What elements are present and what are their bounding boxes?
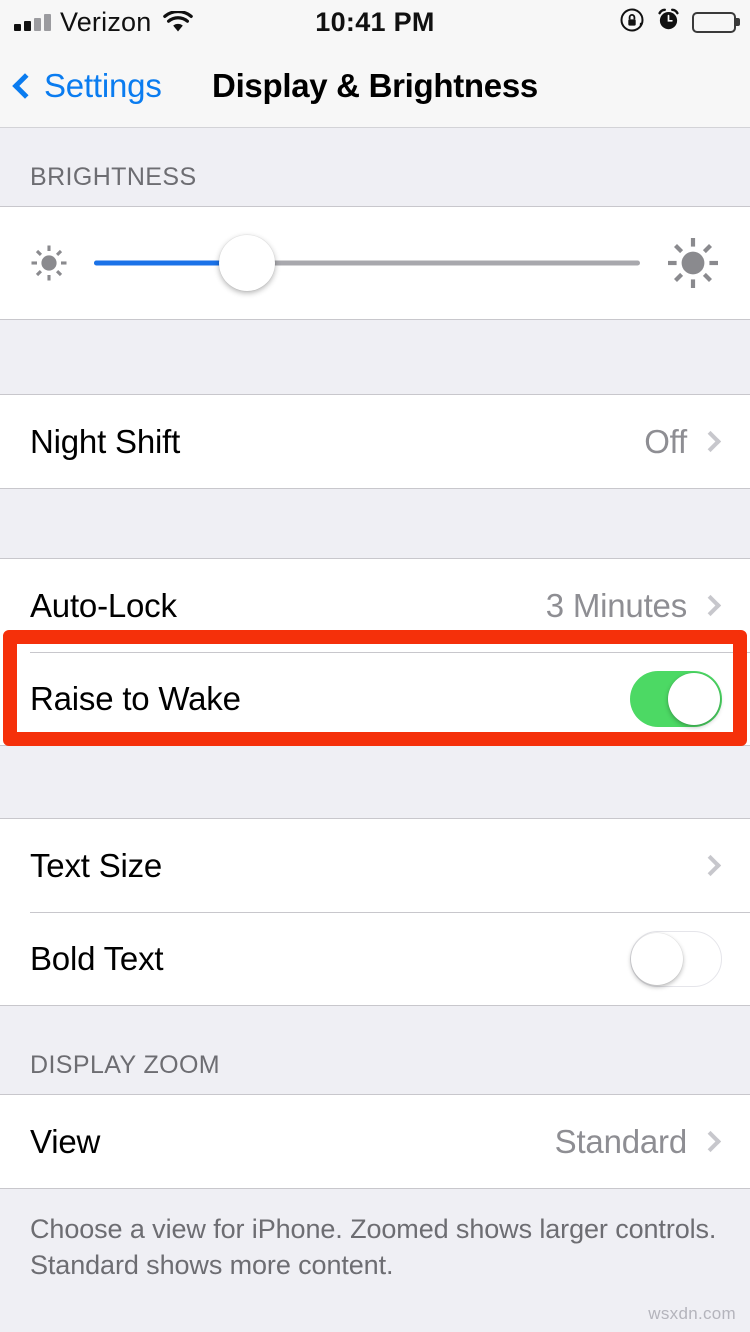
section-gap-1 bbox=[0, 320, 750, 394]
toggle-knob bbox=[631, 932, 683, 985]
brightness-slider-row[interactable] bbox=[0, 207, 750, 319]
row-label: Auto-Lock bbox=[30, 586, 177, 624]
display-zoom-group: View Standard bbox=[0, 1094, 750, 1189]
row-bold-text[interactable]: Bold Text bbox=[0, 912, 750, 1005]
cellular-signal-icon bbox=[14, 13, 51, 31]
row-value: Standard bbox=[554, 1122, 688, 1160]
text-group: Text Size Bold Text bbox=[0, 818, 750, 1006]
wifi-icon bbox=[163, 9, 194, 33]
chevron-right-icon bbox=[699, 854, 722, 877]
carrier-label: Verizon bbox=[60, 6, 152, 37]
row-night-shift[interactable]: Night Shift Off bbox=[0, 395, 750, 488]
lock-group: Auto-Lock 3 Minutes Raise to Wake bbox=[0, 558, 750, 746]
row-auto-lock[interactable]: Auto-Lock 3 Minutes bbox=[0, 559, 750, 652]
battery-icon bbox=[692, 11, 736, 33]
section-gap-2 bbox=[0, 489, 750, 558]
sun-small-icon bbox=[26, 240, 72, 286]
row-text-size[interactable]: Text Size bbox=[0, 819, 750, 912]
chevron-right-icon bbox=[699, 1130, 722, 1153]
row-label: View bbox=[30, 1122, 101, 1160]
alarm-clock-icon bbox=[656, 7, 681, 37]
row-accessory bbox=[630, 930, 722, 987]
status-bar: Verizon 10:41 PM bbox=[0, 0, 750, 44]
rotation-lock-icon bbox=[619, 7, 645, 38]
night-shift-group: Night Shift Off bbox=[0, 394, 750, 489]
status-bar-left: Verizon bbox=[14, 6, 194, 38]
sun-large-icon bbox=[662, 232, 724, 294]
section-header-display-zoom: DISPLAY ZOOM bbox=[0, 1006, 750, 1094]
chevron-right-icon bbox=[699, 594, 722, 617]
toggle-knob bbox=[668, 672, 720, 725]
back-button-label: Settings bbox=[44, 66, 162, 104]
status-bar-right bbox=[619, 7, 736, 38]
brightness-slider[interactable] bbox=[94, 235, 640, 291]
watermark: wsxdn.com bbox=[648, 1304, 736, 1323]
back-button[interactable]: Settings bbox=[0, 67, 162, 105]
row-view[interactable]: View Standard bbox=[0, 1095, 750, 1188]
row-accessory bbox=[699, 854, 722, 877]
row-accessory: Off bbox=[644, 423, 722, 461]
row-value: 3 Minutes bbox=[545, 586, 687, 624]
section-header-brightness: BRIGHTNESS bbox=[0, 128, 750, 206]
row-label: Night Shift bbox=[30, 422, 181, 460]
chevron-right-icon bbox=[699, 430, 722, 453]
slider-thumb[interactable] bbox=[218, 235, 275, 291]
row-value: Off bbox=[644, 422, 687, 460]
row-label: Bold Text bbox=[30, 939, 164, 977]
raise-to-wake-toggle[interactable] bbox=[630, 670, 722, 727]
iphone-screen: Verizon 10:41 PM Settings Display & Brig… bbox=[0, 0, 750, 1332]
navigation-bar: Settings Display & Brightness bbox=[0, 44, 750, 128]
row-accessory bbox=[630, 670, 722, 727]
row-label: Raise to Wake bbox=[30, 679, 241, 717]
chevron-left-icon bbox=[12, 72, 38, 99]
brightness-group bbox=[0, 206, 750, 320]
section-gap-3 bbox=[0, 746, 750, 818]
row-accessory: 3 Minutes bbox=[546, 587, 722, 625]
row-accessory: Standard bbox=[555, 1123, 722, 1161]
row-raise-to-wake[interactable]: Raise to Wake bbox=[0, 652, 750, 745]
display-zoom-footer-text: Choose a view for iPhone. Zoomed shows l… bbox=[0, 1189, 750, 1284]
row-label: Text Size bbox=[30, 846, 163, 884]
bold-text-toggle[interactable] bbox=[630, 930, 722, 987]
